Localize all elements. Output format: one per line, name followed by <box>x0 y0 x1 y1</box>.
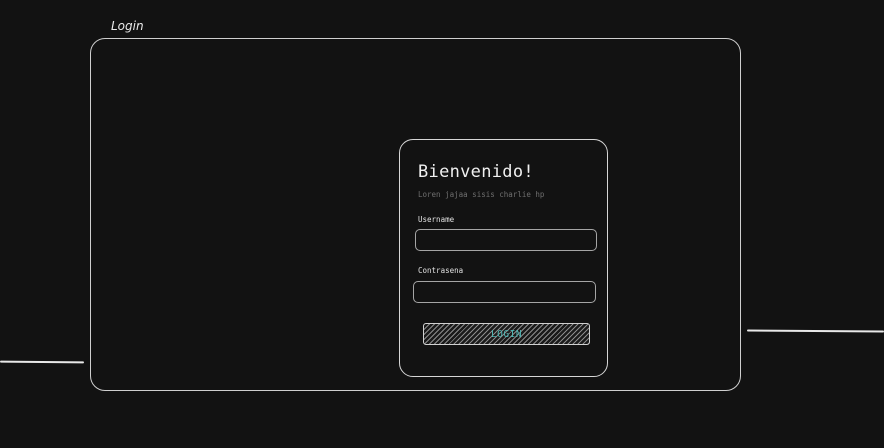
username-label: Username <box>418 215 455 224</box>
login-frame: Bienvenido! Loren jajaa sisis charlie hp… <box>90 38 741 391</box>
connector-line-right <box>746 329 884 333</box>
login-button[interactable]: LOGIN <box>423 323 590 345</box>
password-input[interactable] <box>413 281 596 303</box>
password-label: Contrasena <box>418 266 464 275</box>
subtitle: Loren jajaa sisis charlie hp <box>418 190 545 199</box>
page-title: Bienvenido! <box>418 162 534 182</box>
login-card: Bienvenido! Loren jajaa sisis charlie hp… <box>399 139 608 377</box>
username-input[interactable] <box>415 229 597 251</box>
frame-label: Login <box>111 19 144 33</box>
connector-line-left <box>0 360 85 364</box>
